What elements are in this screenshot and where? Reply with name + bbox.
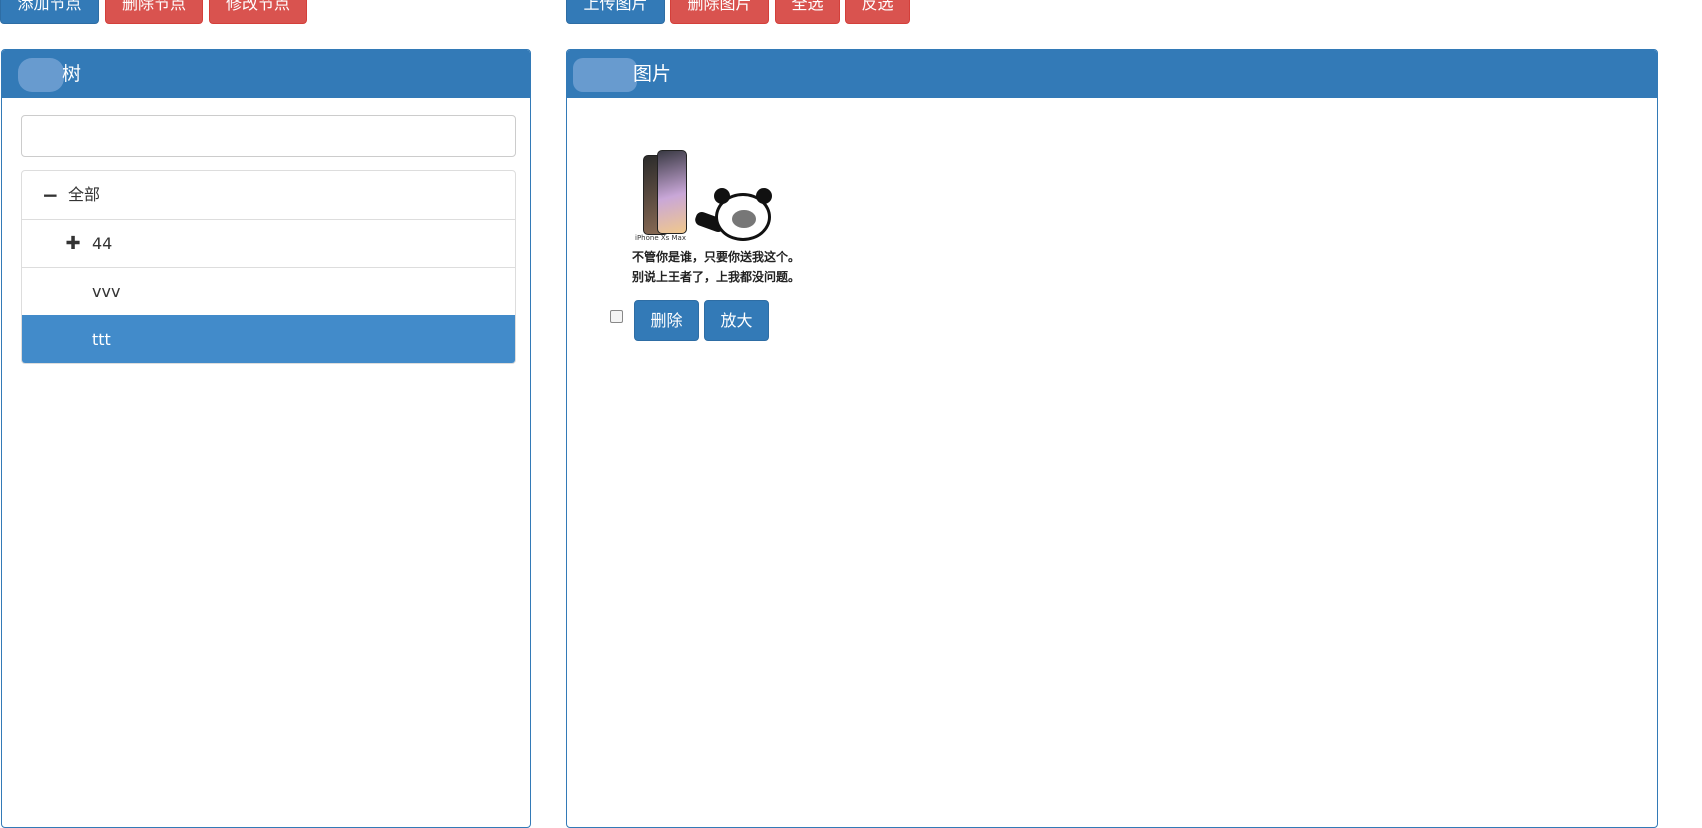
select-all-button[interactable]: 全选 [775, 0, 840, 24]
tree-node-label: 全部 [68, 185, 101, 204]
upload-image-button[interactable]: 上传图片 [566, 0, 665, 24]
image-thumbnail[interactable]: iPhone Xs Max 不管你是谁，只要你送我这个。 别说上王者了，上我都没… [625, 100, 807, 296]
tree-node-label: vvv [92, 282, 121, 301]
tree-node-all[interactable]: − 全部 [22, 171, 515, 219]
tree-search-input[interactable] [21, 115, 516, 157]
phone-caption: iPhone Xs Max [635, 234, 686, 242]
image-delete-button[interactable]: 删除 [634, 300, 699, 341]
tree-node-vvv[interactable]: vvv [22, 267, 515, 315]
redacted-blur [18, 58, 64, 92]
collapse-icon[interactable]: − [42, 171, 59, 219]
tree-panel: 树 − 全部 ✚ 44 vvv ttt [1, 49, 531, 828]
tree-node-ttt[interactable]: ttt [22, 315, 515, 363]
invert-selection-button[interactable]: 反选 [845, 0, 910, 24]
tree-node-44[interactable]: ✚ 44 [22, 219, 515, 267]
redacted-blur [573, 58, 637, 92]
tree-list: − 全部 ✚ 44 vvv ttt [21, 170, 516, 364]
image-panel-title: 图片 [633, 63, 672, 85]
tree-panel-title: 树 [62, 63, 82, 85]
tree-node-label: ttt [92, 330, 111, 349]
edit-node-button[interactable]: 修改节点 [209, 0, 307, 24]
phone-graphic [657, 150, 687, 234]
tree-panel-heading: 树 [2, 50, 530, 98]
image-panel-heading: 图片 [567, 50, 1657, 98]
panda-meme-graphic [714, 188, 772, 241]
delete-node-button[interactable]: 删除节点 [105, 0, 203, 24]
image-select-checkbox[interactable] [610, 310, 623, 323]
image-zoom-button[interactable]: 放大 [704, 300, 769, 341]
delete-image-button[interactable]: 删除图片 [670, 0, 769, 24]
image-caption-line: 不管你是谁，只要你送我这个。 [631, 250, 800, 264]
add-node-button[interactable]: 添加节点 [0, 0, 99, 24]
image-caption-line: 别说上王者了，上我都没问题。 [631, 270, 800, 284]
tree-node-label: 44 [92, 234, 113, 253]
expand-icon[interactable]: ✚ [65, 220, 81, 268]
